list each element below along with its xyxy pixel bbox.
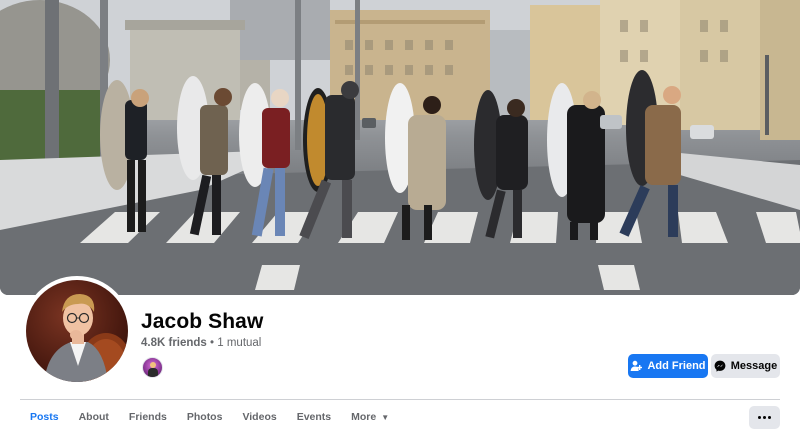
tab-posts-label: Posts [30,411,59,423]
add-friend-button[interactable]: Add Friend [628,354,708,378]
tab-about[interactable]: About [69,400,119,434]
tab-more-label: More [351,411,377,423]
add-friend-label: Add Friend [647,360,706,372]
cover-photo[interactable] [0,0,800,295]
tab-videos-label: Videos [242,411,277,423]
person-plus-icon [630,360,643,372]
avatar-photo [26,280,128,382]
cover-photo-illustration [0,0,800,295]
tab-friends[interactable]: Friends [119,400,177,434]
messenger-icon [714,360,726,372]
tab-friends-label: Friends [128,411,167,423]
friends-summary[interactable]: 4.8K friends • 1 mutual [141,337,261,349]
profile-avatar[interactable] [22,276,132,386]
tab-more[interactable]: More ▼ [341,400,399,434]
mutual-friends[interactable]: 1 mutual [217,337,261,349]
tab-events-label: Events [296,411,332,423]
tab-posts[interactable]: Posts [20,400,69,434]
friends-count[interactable]: 4.8K friends [141,337,207,349]
caret-down-icon: ▼ [381,412,390,422]
profile-tabs: Posts About Friends Photos Videos Events… [20,400,399,434]
friends-separator: • [206,337,218,349]
tab-photos-label: Photos [186,411,223,423]
profile-options-button[interactable] [749,406,780,429]
mutual-friend-avatar[interactable] [142,357,163,378]
message-button[interactable]: Message [711,354,780,378]
profile-name: Jacob Shaw [141,310,264,333]
tab-videos[interactable]: Videos [232,400,286,434]
mutual-avatar-body [148,368,158,377]
tab-about-label: About [78,411,109,423]
tab-photos[interactable]: Photos [177,400,233,434]
tab-events[interactable]: Events [287,400,341,434]
ellipsis-icon [758,416,771,419]
message-label: Message [730,360,778,372]
